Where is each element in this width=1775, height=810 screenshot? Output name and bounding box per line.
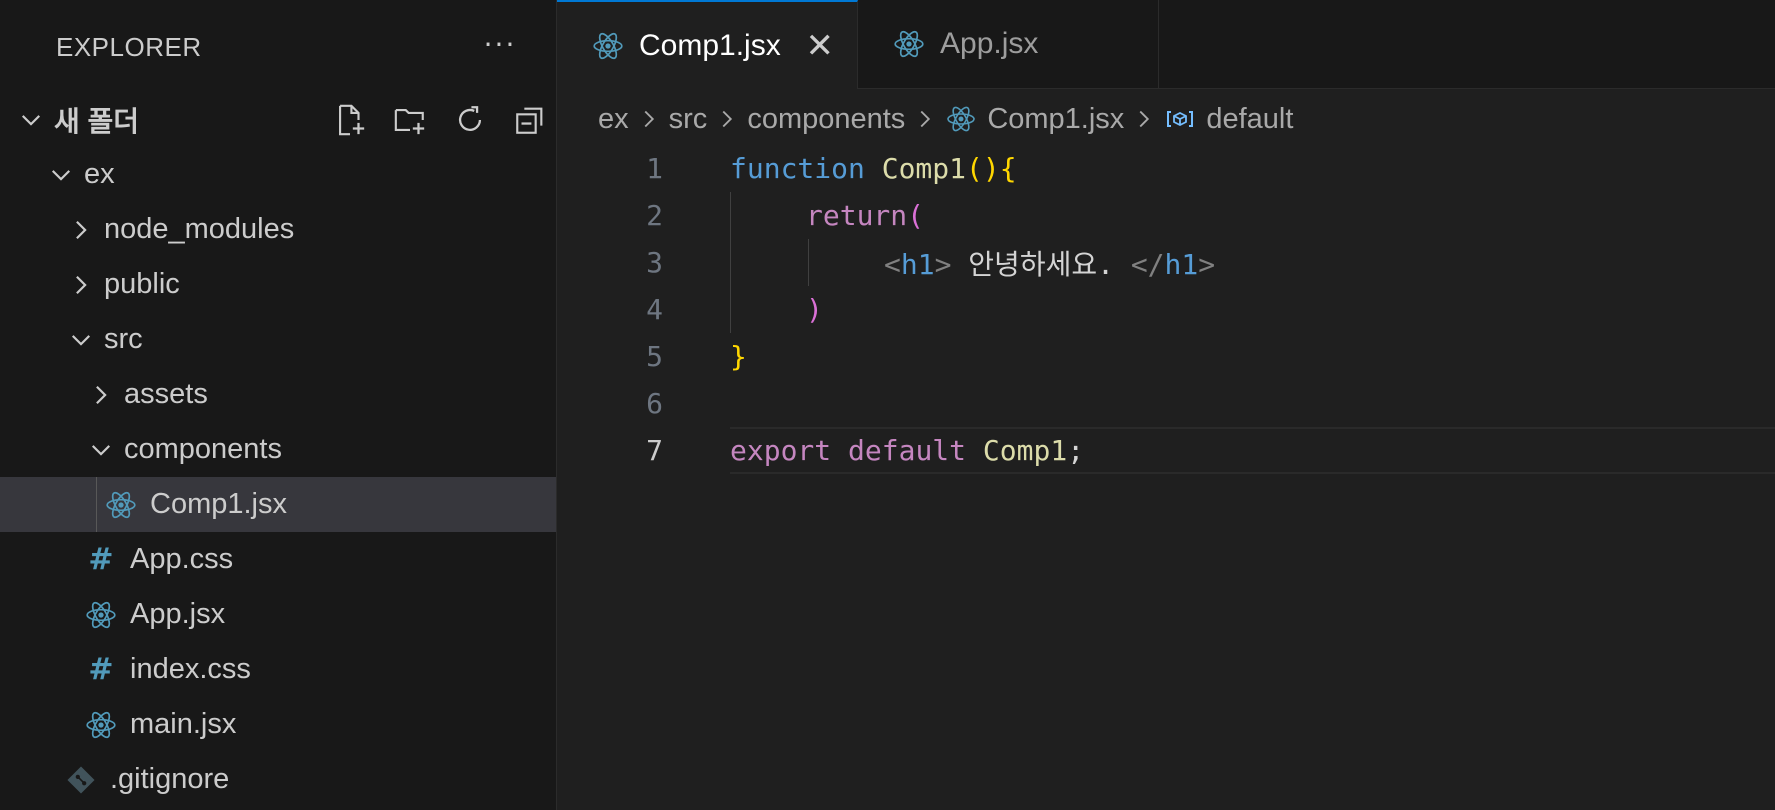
chevron-right-icon — [717, 109, 737, 129]
line-number: 2 — [646, 199, 663, 232]
tree-item-label: ex — [84, 158, 115, 190]
chevron-down-icon — [16, 105, 46, 135]
line-number: 4 — [646, 293, 663, 326]
tree-item-label: assets — [124, 378, 208, 410]
collapse-all-icon[interactable] — [512, 102, 548, 138]
chevron-right-icon — [1134, 109, 1154, 129]
chevron-right-icon — [639, 109, 659, 129]
tree-file-app-jsx[interactable]: App.jsx — [0, 587, 556, 642]
react-icon — [892, 27, 926, 61]
breadcrumb-item[interactable]: Comp1.jsx — [987, 103, 1124, 136]
chevron-right-icon — [915, 109, 935, 129]
tree-item-label: node_modules — [104, 213, 295, 245]
tree-file-gitignore[interactable]: .gitignore — [0, 752, 556, 807]
chevron-down-icon — [86, 435, 116, 465]
tree-item-label: .gitignore — [110, 763, 230, 795]
react-icon — [945, 103, 977, 135]
close-icon[interactable]: ✕ — [803, 27, 837, 65]
code-text: <h1> 안녕하세요. </h1> — [884, 247, 1216, 281]
code-text: ) — [806, 293, 823, 326]
explorer-title: EXPLORER — [56, 32, 202, 62]
code-line: 1 function Comp1(){ — [557, 145, 1775, 192]
new-folder-icon[interactable] — [392, 102, 428, 138]
tree-item-label: components — [124, 433, 282, 465]
tree-folder-assets[interactable]: assets — [0, 367, 556, 422]
code-text: export default Comp1; — [730, 434, 1085, 467]
tree-file-comp1[interactable]: Comp1.jsx — [0, 477, 556, 532]
tree-file-app-css[interactable]: # App.css — [0, 532, 556, 587]
code-editor[interactable]: 1 function Comp1(){ 2 return( 3 <h1> 안녕하… — [557, 145, 1775, 810]
breadcrumb-item[interactable]: components — [747, 103, 905, 136]
chevron-down-icon — [66, 325, 96, 355]
code-line: 2 return( — [557, 192, 1775, 239]
refresh-icon[interactable] — [452, 102, 488, 138]
tree-item-label: index.css — [130, 653, 251, 685]
explorer-header: EXPLORER ··· — [0, 0, 556, 92]
react-icon — [84, 708, 118, 742]
tree-item-label: src — [104, 323, 143, 355]
chevron-right-icon — [66, 270, 96, 300]
root-folder-label: 새 폴더 — [54, 105, 140, 137]
more-actions-icon[interactable]: ··· — [480, 24, 520, 64]
line-number: 6 — [646, 387, 663, 420]
breadcrumb: ex src components Comp1.jsx default — [598, 96, 1293, 142]
tree-item-label: App.jsx — [130, 598, 226, 630]
react-icon — [591, 29, 625, 63]
line-number: 7 — [646, 434, 663, 467]
code-text: } — [730, 340, 747, 373]
code-line: 4 ) — [557, 286, 1775, 333]
tree-file-main-jsx[interactable]: main.jsx — [0, 697, 556, 752]
react-icon — [104, 488, 138, 522]
tree-folder-public[interactable]: public — [0, 257, 556, 312]
tree-folder-components[interactable]: components — [0, 422, 556, 477]
tree-item-label: main.jsx — [130, 708, 237, 740]
css-hash-icon: # — [88, 542, 114, 577]
tab-app-jsx[interactable]: App.jsx — [858, 0, 1159, 88]
tab-comp1[interactable]: Comp1.jsx ✕ — [557, 0, 858, 89]
tree-item-label: public — [104, 268, 180, 300]
root-folder-row[interactable]: 새 폴더 — [0, 92, 556, 147]
css-hash-icon: # — [88, 652, 114, 687]
indent-guide — [96, 477, 97, 532]
line-number: 3 — [646, 246, 663, 279]
tree-item-label: App.css — [130, 543, 234, 575]
new-file-icon[interactable] — [332, 102, 368, 138]
root-actions — [332, 92, 548, 147]
tree-file-index-css[interactable]: # index.css — [0, 642, 556, 697]
indent-guide — [730, 192, 731, 333]
code-text: function Comp1(){ — [730, 152, 1017, 185]
breadcrumb-item[interactable]: default — [1206, 103, 1293, 136]
tree-item-label: Comp1.jsx — [150, 488, 287, 520]
tree-folder-node-modules[interactable]: node_modules — [0, 202, 556, 257]
code-line: 5 } — [557, 333, 1775, 380]
line-number: 1 — [646, 152, 663, 185]
code-line: 3 <h1> 안녕하세요. </h1> — [557, 239, 1775, 286]
explorer-sidebar: EXPLORER ··· 새 폴더 ex node_modules public… — [0, 0, 557, 810]
chevron-right-icon — [66, 215, 96, 245]
tab-label: Comp1.jsx — [639, 28, 781, 62]
line-number: 5 — [646, 340, 663, 373]
tab-label: App.jsx — [940, 27, 1039, 60]
tree-folder-src[interactable]: src — [0, 312, 556, 367]
git-icon — [64, 763, 98, 797]
code-line: 7 export default Comp1; — [557, 427, 1775, 474]
react-icon — [84, 598, 118, 632]
chevron-down-icon — [46, 160, 76, 190]
code-text: return( — [806, 199, 925, 232]
editor-tabbar: Comp1.jsx ✕ App.jsx — [557, 0, 1775, 89]
breadcrumb-item[interactable]: src — [669, 103, 708, 136]
code-line: 6 — [557, 380, 1775, 427]
indent-guide — [808, 239, 809, 286]
chevron-right-icon — [86, 380, 116, 410]
symbol-variable-icon — [1164, 103, 1196, 135]
tree-folder-ex[interactable]: ex — [0, 147, 556, 202]
breadcrumb-item[interactable]: ex — [598, 103, 629, 136]
